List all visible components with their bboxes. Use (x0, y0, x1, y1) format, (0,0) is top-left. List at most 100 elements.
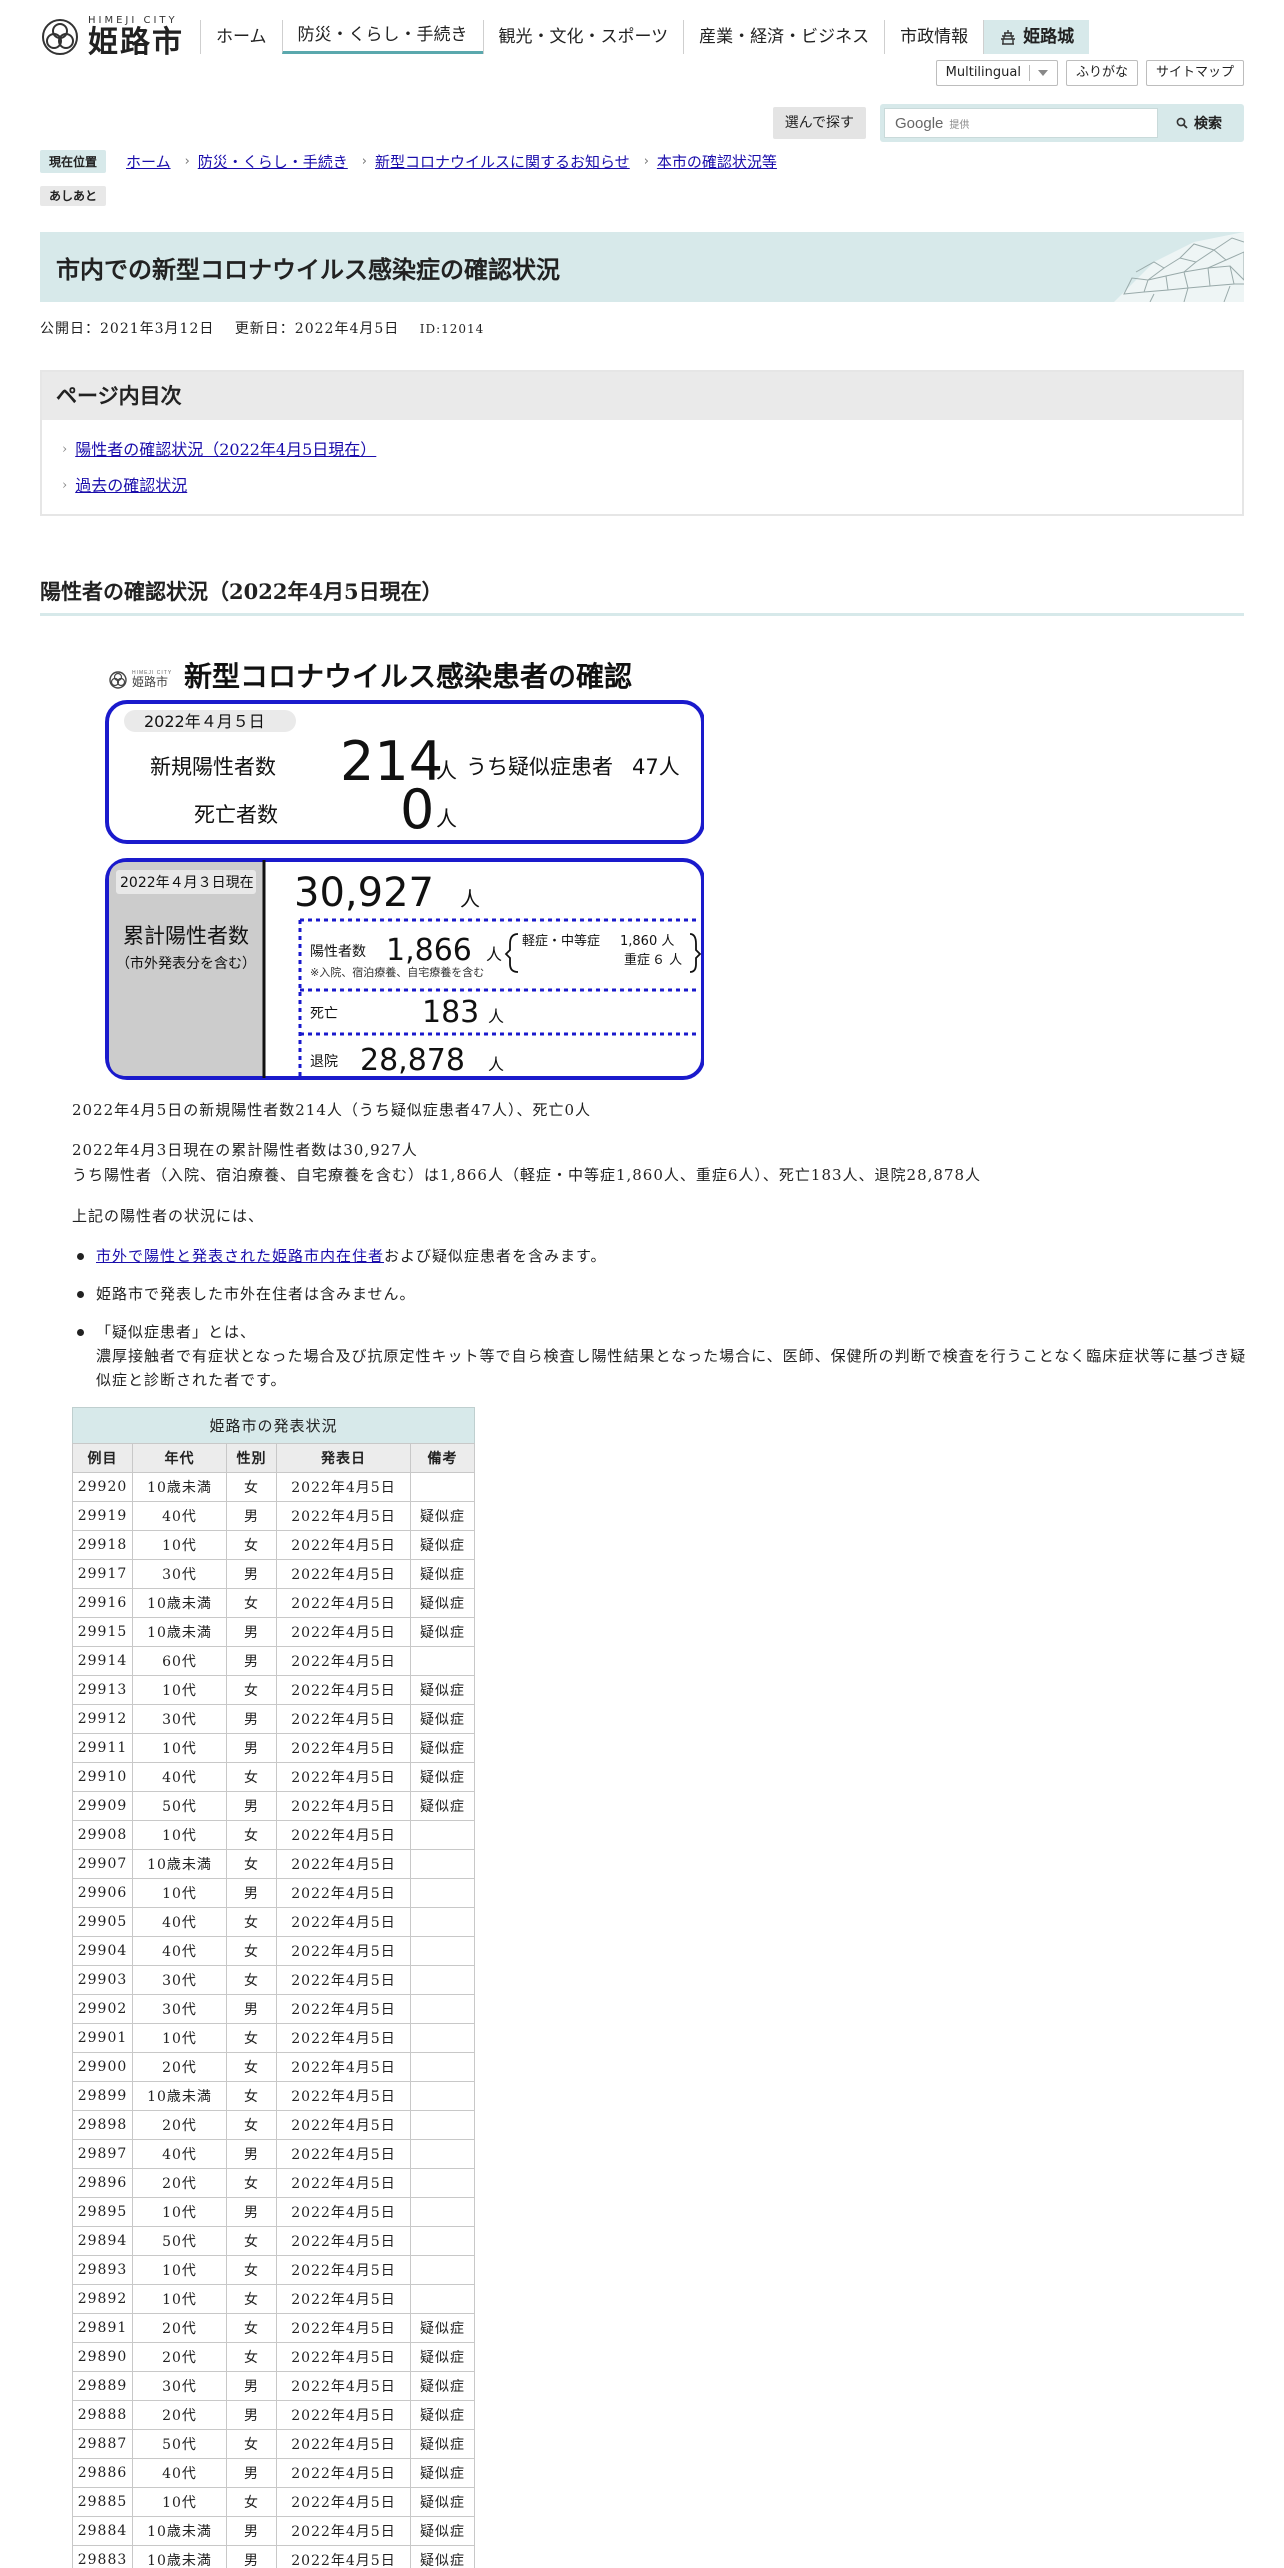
cell-note: 疑似症 (410, 2400, 475, 2430)
cell-date: 2022年4月5日 (276, 1994, 411, 2024)
gnav-shisei[interactable]: 市政情報 (884, 20, 983, 54)
breadcrumb-home[interactable]: ホーム (126, 151, 171, 172)
col-header-age: 年代 (132, 1443, 227, 1473)
cell-note: 疑似症 (410, 2516, 475, 2546)
cumulative-label: 累計陽性者数 (123, 924, 249, 948)
updated-date: 更新日：2022年4月5日 (234, 321, 400, 337)
cell-date: 2022年4月5日 (276, 2168, 411, 2198)
furigana-button[interactable]: ふりがな (1065, 60, 1138, 86)
table-row: 29885 10代女 2022年4月5日 疑似症 (72, 2487, 475, 2517)
deaths-unit: 人 (436, 807, 457, 831)
search-input[interactable]: Google 提供 (884, 108, 1158, 138)
summary-paragraph-1: 2022年4月5日の新規陽性者数214人（うち疑似症患者47人）、死亡0人 (72, 1101, 592, 1119)
cell-note (410, 1907, 475, 1937)
ashiato-label[interactable]: あしあと (40, 186, 107, 206)
mild-label: 軽症・中等症 (522, 933, 600, 949)
search-box: Google 提供 検索 (880, 104, 1244, 142)
gnav-home[interactable]: ホーム (200, 20, 282, 54)
table-row: 29895 10代男 2022年4月5日 (72, 2197, 475, 2227)
infographic-title: 新型コロナウイルス感染患者の確認 (184, 660, 632, 693)
note-3-body: 濃厚接触者で有症状となった場合及び抗原定性キット等で自ら検査し陽性結果となった場… (96, 1347, 1247, 1389)
table-row: 29897 40代男 2022年4月5日 (72, 2139, 475, 2169)
cell-case: 29898 (72, 2110, 133, 2140)
breadcrumb-corona[interactable]: 新型コロナウイルスに関するお知らせ (375, 151, 630, 172)
cell-sex: 男 (226, 2400, 277, 2430)
breadcrumb: 現在位置 ホーム › 防災・くらし・手続き › 新型コロナウイルスに関するお知ら… (40, 150, 777, 173)
cell-age: 10歳未満 (132, 1588, 227, 1618)
cell-sex: 女 (226, 2487, 277, 2517)
cell-case: 29916 (72, 1588, 133, 1618)
page-title: 市内での新型コロナウイルス感染症の確認状況 (56, 255, 560, 284)
cell-note (410, 2023, 475, 2053)
cell-case: 29895 (72, 2197, 133, 2227)
google-label: Google (895, 114, 944, 132)
cell-date: 2022年4月5日 (276, 2400, 411, 2430)
cell-date: 2022年4月5日 (276, 1704, 411, 1734)
table-row: 29909 50代男 2022年4月5日 疑似症 (72, 1791, 475, 1821)
cell-age: 10歳未満 (132, 1617, 227, 1647)
gnav-sangyo[interactable]: 産業・経済・ビジネス (683, 20, 884, 54)
gnav-bousai[interactable]: 防災・くらし・手続き (281, 20, 483, 54)
cell-date: 2022年4月5日 (276, 2342, 411, 2372)
toc-link-past[interactable]: 過去の確認状況 (75, 468, 187, 504)
breadcrumb-status[interactable]: 本市の確認状況等 (657, 151, 777, 172)
cell-age: 10歳未満 (132, 2516, 227, 2546)
cell-case: 29897 (72, 2139, 133, 2169)
table-row: 29894 50代女 2022年4月5日 (72, 2226, 475, 2256)
pick-search-button[interactable]: 選んで探す (772, 107, 866, 139)
severe-value: ６ 人 (652, 953, 682, 968)
table-row: 29898 20代女 2022年4月5日 (72, 2110, 475, 2140)
cell-case: 29886 (72, 2458, 133, 2488)
cell-note: 疑似症 (410, 1675, 475, 1705)
col-header-sex: 性別 (226, 1443, 277, 1473)
note-2: 姫路市で発表した市外在住者は含みません。 (96, 1285, 416, 1303)
col-header-case: 例目 (72, 1443, 133, 1473)
site-logo[interactable]: HIMEJI CITY 姫路市 (40, 16, 184, 58)
page-dates: 公開日：2021年3月12日 更新日：2022年4月5日 ID:12014 (40, 318, 484, 338)
sitemap-button[interactable]: サイトマップ (1145, 60, 1244, 86)
breadcrumb-bousai[interactable]: 防災・くらし・手続き (198, 151, 348, 172)
cell-date: 2022年4月5日 (276, 1530, 411, 1560)
cell-date: 2022年4月5日 (276, 2371, 411, 2401)
table-row: 29899 10歳未満女 2022年4月5日 (72, 2081, 475, 2111)
utility-nav: Multilingual ふりがな サイトマップ (935, 60, 1244, 86)
new-cases-unit: 人 (436, 759, 457, 783)
cell-sex: 男 (226, 2516, 277, 2546)
resident-link[interactable]: 市外で陽性と発表された姫路市内在住者 (96, 1247, 384, 1265)
cell-age: 30代 (132, 1704, 227, 1734)
discharged-value: 28,878 (360, 1043, 465, 1078)
cell-sex: 女 (226, 2226, 277, 2256)
cell-note (410, 1849, 475, 1879)
table-row: 29891 20代女 2022年4月5日 疑似症 (72, 2313, 475, 2343)
table-row: 29890 20代女 2022年4月5日 疑似症 (72, 2342, 475, 2372)
search-icon (1176, 117, 1188, 129)
table-row: 29883 10歳未満男 2022年4月5日 疑似症 (72, 2545, 475, 2568)
died-label: 死亡 (310, 1006, 338, 1022)
cell-age: 20代 (132, 2313, 227, 2343)
cell-age: 60代 (132, 1646, 227, 1676)
cell-age: 10代 (132, 2487, 227, 2517)
cell-age: 10代 (132, 2023, 227, 2053)
list-item: 市外で陽性と発表された姫路市内在住者および疑似症患者を含みます。 (72, 1244, 1252, 1268)
multilingual-select[interactable]: Multilingual (935, 60, 1058, 86)
chevron-down-icon (1037, 70, 1048, 76)
toc-link-current[interactable]: 陽性者の確認状況（2022年4月5日現在） (75, 432, 376, 468)
table-row: 29911 10代男 2022年4月5日 疑似症 (72, 1733, 475, 1763)
cell-date: 2022年4月5日 (276, 2255, 411, 2285)
cell-case: 29906 (72, 1878, 133, 1908)
cell-note: 疑似症 (410, 1733, 475, 1763)
cell-sex: 女 (226, 2255, 277, 2285)
cell-sex: 男 (226, 1617, 277, 1647)
gnav-kanko[interactable]: 観光・文化・スポーツ (482, 20, 684, 54)
cell-case: 29908 (72, 1820, 133, 1850)
breadcrumb-label: 現在位置 (40, 150, 107, 173)
case-summary-infographic: HIMEJI CITY 姫路市 新型コロナウイルス感染患者の確認 2022年４月… (105, 660, 704, 1080)
gnav-himeji-castle[interactable]: 姫路城 (983, 20, 1090, 54)
cell-sex: 男 (226, 1704, 277, 1734)
table-row: 29887 50代女 2022年4月5日 疑似症 (72, 2429, 475, 2459)
cell-age: 40代 (132, 2458, 227, 2488)
cell-note (410, 2255, 475, 2285)
search-button[interactable]: 検索 (1158, 108, 1240, 138)
table-row: 29903 30代女 2022年4月5日 (72, 1965, 475, 1995)
cell-note: 疑似症 (410, 2487, 475, 2517)
